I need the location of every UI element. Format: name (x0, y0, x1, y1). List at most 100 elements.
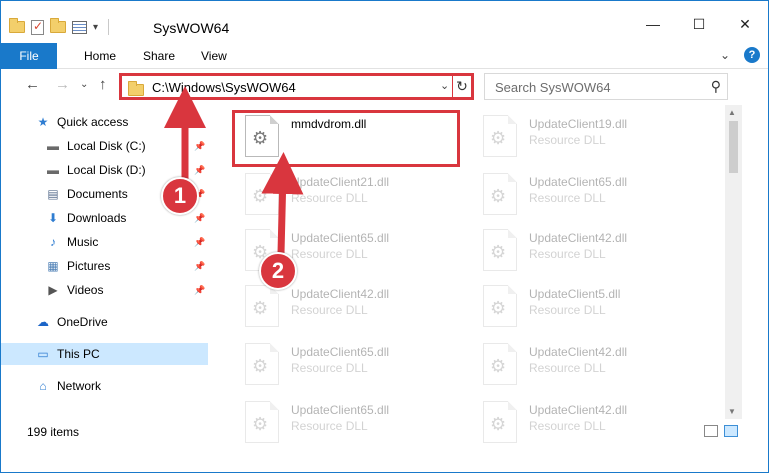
file-type: Resource DLL (291, 361, 368, 375)
sidebar-item-label: Quick access (57, 115, 129, 129)
recent-locations-icon[interactable]: ⌄ (80, 79, 88, 90)
details-view-icon[interactable] (704, 425, 718, 437)
file-item[interactable]: ⚙ UpdateClient21.dll Resource DLL (233, 169, 463, 219)
file-name: UpdateClient65.dll (529, 175, 628, 189)
sidebar-item-music[interactable]: ♪ Music 📌 (1, 231, 208, 253)
large-icons-view-icon[interactable] (724, 425, 738, 437)
expand-ribbon-icon[interactable]: ⌄ (720, 48, 730, 62)
view-switcher (704, 425, 738, 437)
dll-file-icon: ⚙ (483, 115, 517, 157)
item-count: 199 items (27, 425, 80, 439)
ribbon-tabs: File Home Share View ⌄ ? (1, 41, 768, 69)
address-bar[interactable]: C:\Windows\SysWOW64 ⌄ ↻ (119, 73, 474, 100)
navigation-pane: ★ Quick access ▬ Local Disk (C:) 📌 ▬ Local Dis… (1, 105, 208, 419)
file-name: UpdateClient42.dll (291, 287, 390, 301)
help-icon[interactable]: ? (744, 47, 760, 63)
address-folder-icon (128, 81, 144, 96)
file-name: UpdateClient42.dll (529, 403, 628, 417)
sidebar-item-pictures[interactable]: ▦ Pictures 📌 (1, 255, 208, 277)
new-folder-icon[interactable] (50, 18, 66, 33)
drive-icon: ▬ (47, 163, 59, 177)
file-type: Resource DLL (529, 361, 606, 375)
file-name: UpdateClient42.dll (529, 345, 628, 359)
title-bar: ▾ SysWOW64 — ☐ ✕ (1, 1, 768, 41)
tab-file[interactable]: File (1, 43, 57, 69)
videos-icon: ▶ (48, 283, 58, 297)
sidebar-item-label: Local Disk (C:) (67, 139, 146, 153)
search-icon[interactable]: ⚲ (711, 78, 721, 95)
back-button[interactable]: ← (25, 76, 40, 93)
sidebar-item-label: Downloads (67, 211, 127, 225)
highlight-box-file (232, 110, 460, 167)
dll-file-icon: ⚙ (483, 173, 517, 215)
sidebar-item-onedrive[interactable]: ☁ OneDrive (1, 311, 208, 333)
computer-icon: ▭ (37, 347, 49, 361)
close-button[interactable]: ✕ (722, 9, 768, 39)
up-button[interactable]: ↑ (99, 76, 107, 93)
dll-file-icon: ⚙ (245, 285, 279, 327)
gear-icon: ⚙ (252, 356, 269, 376)
maximize-button[interactable]: ☐ (676, 9, 722, 39)
tab-share[interactable]: Share (143, 49, 175, 63)
sidebar-item-label: Videos (67, 283, 104, 297)
file-type: Resource DLL (529, 191, 606, 205)
qat-separator (108, 19, 110, 35)
tab-home[interactable]: Home (84, 49, 116, 63)
pin-icon: 📌 (194, 260, 206, 271)
pictures-icon: ▦ (47, 259, 59, 273)
documents-icon: ▤ (47, 187, 59, 201)
search-box[interactable]: Search SysWOW64 ⚲ (484, 73, 728, 100)
minimize-button[interactable]: — (630, 9, 676, 39)
gear-icon: ⚙ (252, 298, 269, 318)
gear-icon: ⚙ (490, 356, 507, 376)
search-placeholder[interactable]: Search SysWOW64 (495, 80, 611, 95)
drive-icon: ▬ (47, 139, 59, 153)
file-type: Resource DLL (291, 247, 368, 261)
file-name: UpdateClient19.dll (529, 117, 628, 131)
step-badge-2: 2 (259, 252, 297, 290)
sidebar-item-label: Pictures (67, 259, 111, 273)
address-path[interactable]: C:\Windows\SysWOW64 (152, 80, 296, 95)
file-item[interactable]: ⚙ UpdateClient42.dll Resource DLL (233, 281, 463, 331)
gear-icon: ⚙ (490, 242, 507, 262)
address-dropdown-icon[interactable]: ⌄ (440, 79, 449, 92)
scroll-up-icon[interactable]: ▲ (728, 108, 736, 117)
forward-button[interactable]: → (55, 76, 70, 93)
qat-dropdown-icon[interactable]: ▾ (93, 22, 98, 33)
file-item[interactable]: ⚙ UpdateClient65.dll Resource DLL (233, 339, 463, 389)
dll-file-icon: ⚙ (245, 173, 279, 215)
scroll-down-icon[interactable]: ▼ (728, 407, 736, 416)
pin-icon: 📌 (194, 284, 206, 295)
sidebar-item-this-pc[interactable]: ▭ This PC (1, 343, 208, 365)
file-name: UpdateClient65.dll (291, 403, 390, 417)
dll-file-icon: ⚙ (483, 229, 517, 271)
dll-file-icon: ⚙ (483, 343, 517, 385)
gear-icon: ⚙ (490, 298, 507, 318)
properties-check-icon[interactable] (31, 19, 44, 35)
folder-icon (9, 18, 25, 33)
vertical-scrollbar[interactable]: ▲ ▼ (725, 105, 742, 419)
file-item[interactable]: ⚙ UpdateClient42.dll Resource DLL (471, 339, 701, 389)
refresh-button[interactable]: ↻ (452, 76, 471, 97)
file-item[interactable]: ⚙ UpdateClient19.dll Resource DLL (471, 111, 701, 161)
star-icon: ★ (37, 115, 49, 129)
sidebar-item-network[interactable]: ⌂ Network (1, 375, 208, 397)
sidebar-item-videos[interactable]: ▶ Videos 📌 (1, 279, 208, 301)
sidebar-item-quick-access[interactable]: ★ Quick access (1, 111, 208, 133)
file-type: Resource DLL (529, 133, 606, 147)
window-title: SysWOW64 (153, 20, 230, 36)
file-item[interactable]: ⚙ UpdateClient65.dll Resource DLL (471, 169, 701, 219)
file-item[interactable]: ⚙ UpdateClient5.dll Resource DLL (471, 281, 701, 331)
tab-view[interactable]: View (201, 49, 227, 63)
sidebar-item-local-disk-c[interactable]: ▬ Local Disk (C:) 📌 (1, 135, 208, 157)
file-item[interactable]: ⚙ UpdateClient42.dll Resource DLL (471, 225, 701, 275)
customize-toolbar-icon[interactable] (72, 20, 87, 34)
dll-file-icon: ⚙ (483, 285, 517, 327)
sidebar-item-label: OneDrive (57, 315, 108, 329)
scroll-thumb[interactable] (729, 121, 738, 173)
sidebar-item-label: This PC (57, 347, 100, 361)
gear-icon: ⚙ (252, 186, 269, 206)
sidebar-item-label: Local Disk (D:) (67, 163, 146, 177)
pane-divider[interactable] (208, 105, 209, 419)
window-controls: — ☐ ✕ (630, 9, 768, 39)
